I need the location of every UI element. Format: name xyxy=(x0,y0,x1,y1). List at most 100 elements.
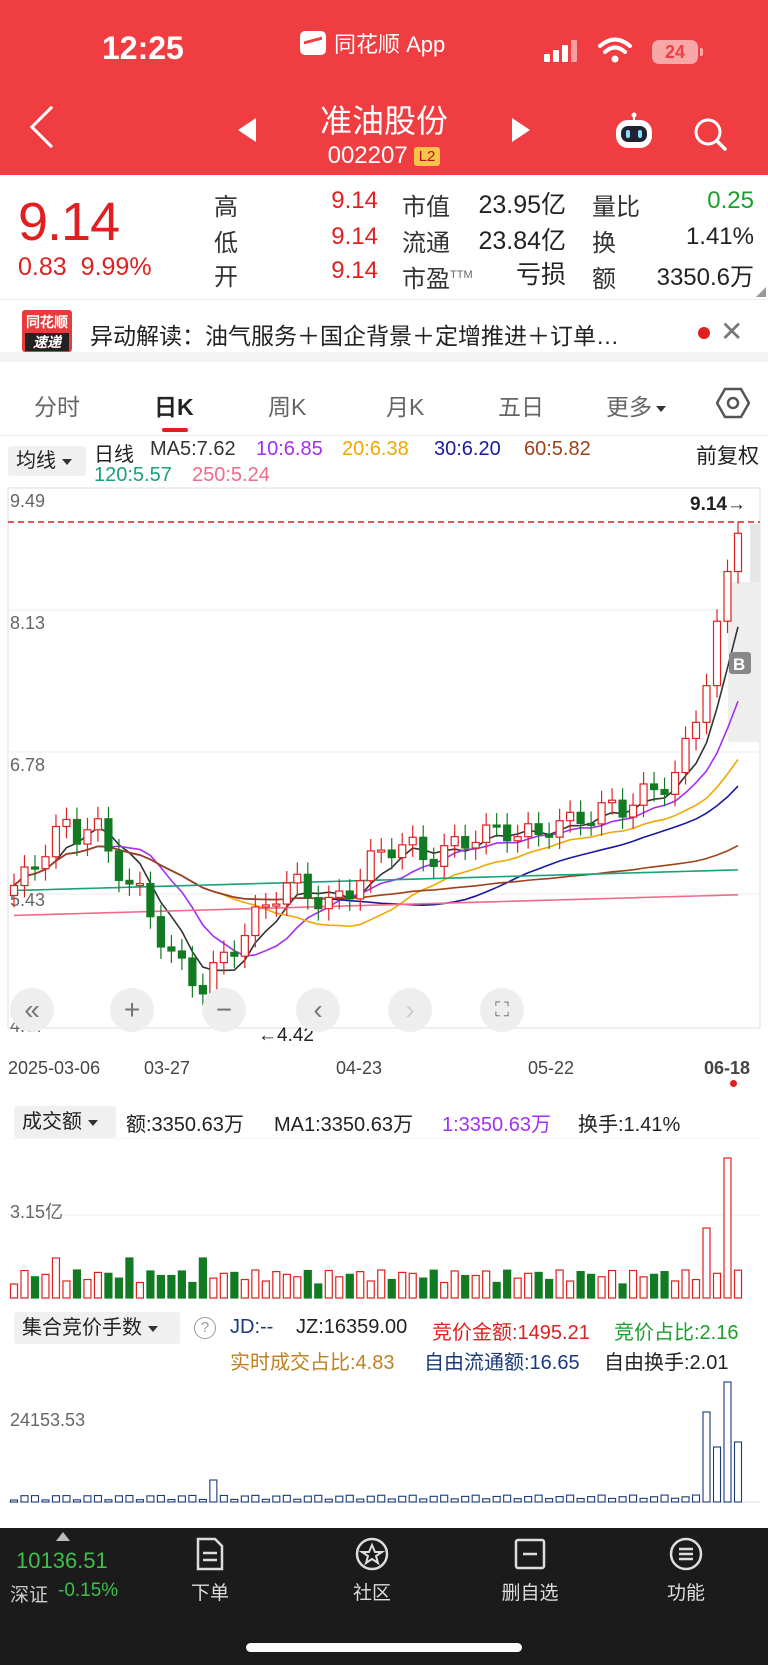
auction-bar xyxy=(398,1495,407,1503)
volume-bar xyxy=(335,1276,344,1299)
nav-community[interactable]: 社区 xyxy=(322,1536,422,1605)
chart-frame xyxy=(7,487,761,1029)
volume-bar xyxy=(188,1281,197,1299)
nav-remove-watchlist[interactable]: 删自选 xyxy=(480,1536,580,1605)
low-value: 9.14 xyxy=(331,223,378,250)
order-document-icon xyxy=(196,1537,224,1571)
auction-bar xyxy=(272,1495,281,1503)
auction-indicator-select[interactable]: 集合竞价手数 xyxy=(14,1312,180,1344)
volume-bar xyxy=(209,1277,218,1299)
auction-chart[interactable]: 24153.53 xyxy=(0,1374,768,1504)
tab-monthly-k[interactable]: 月K xyxy=(386,388,424,422)
volume-bar xyxy=(471,1274,480,1299)
scroll-right-button[interactable]: › xyxy=(388,988,432,1032)
volume-bar xyxy=(461,1274,470,1299)
fullscreen-icon[interactable]: ⛶ xyxy=(480,988,524,1032)
volume-bar xyxy=(482,1270,491,1299)
auction-bar xyxy=(345,1494,354,1503)
app-logo-icon xyxy=(300,31,326,55)
close-icon[interactable]: ✕ xyxy=(720,315,743,348)
prev-stock-button[interactable] xyxy=(238,118,256,142)
zoom-out-button[interactable]: − xyxy=(202,988,246,1032)
tab-daily-k[interactable]: 日K xyxy=(154,388,194,422)
volume-indicator-select[interactable]: 成交额 xyxy=(14,1106,116,1138)
volume-bar xyxy=(303,1269,312,1299)
l2-badge[interactable]: L2 xyxy=(413,146,441,166)
volume-bar xyxy=(587,1273,596,1299)
zoom-in-button[interactable]: + xyxy=(110,988,154,1032)
change-value: 0.83 xyxy=(18,253,67,281)
mcap-value: 23.95亿 xyxy=(478,191,566,219)
news-banner[interactable]: 同花顺 速递 异动解读：油气服务＋国企背景＋定增推进＋订单… xyxy=(0,300,768,362)
index-value[interactable]: 10136.51 xyxy=(16,1548,108,1574)
last-price-tag: 9.14→ xyxy=(690,494,746,515)
zoom-out-range-button[interactable]: « xyxy=(10,988,54,1032)
auction-bar xyxy=(114,1495,123,1503)
auction-bar xyxy=(618,1496,627,1503)
auction-bar xyxy=(555,1496,564,1503)
auction-bar xyxy=(303,1495,312,1503)
home-indicator[interactable] xyxy=(246,1643,522,1652)
tab-weekly-k[interactable]: 周K xyxy=(268,388,306,422)
auction-bar xyxy=(723,1381,732,1503)
volume-chart[interactable]: 3.15亿 xyxy=(0,1138,768,1300)
volume-bar xyxy=(272,1271,281,1299)
next-stock-button[interactable] xyxy=(512,118,530,142)
auction-bar xyxy=(650,1496,659,1503)
auction-bar xyxy=(72,1499,82,1503)
candle xyxy=(461,824,470,860)
auction-bar xyxy=(691,1494,701,1503)
tab-five-day[interactable]: 五日 xyxy=(498,388,544,422)
volume-bar xyxy=(62,1280,71,1299)
change-percent: 9.99% xyxy=(80,253,152,281)
auction-bar xyxy=(471,1494,480,1503)
kline-chart[interactable]: 9.49 8.13 6.78 5.43 4.07 9.14→ ←4.42 B xyxy=(0,482,768,1052)
volume-bar xyxy=(440,1281,449,1299)
settings-hexagon-icon[interactable] xyxy=(716,386,750,420)
auction-bar xyxy=(366,1495,375,1503)
auction-bar xyxy=(387,1498,396,1503)
svg-text:B: B xyxy=(733,655,745,674)
volume-bar xyxy=(314,1283,323,1299)
low-label: 低 xyxy=(214,230,238,257)
assistant-robot-icon[interactable] xyxy=(612,112,656,152)
news-text[interactable]: 异动解读：油气服务＋国企背景＋定增推进＋订单… xyxy=(90,317,619,351)
expand-corner-icon[interactable] xyxy=(756,287,766,297)
price-adjust-select[interactable]: 前复权 xyxy=(696,440,759,470)
tab-more[interactable]: 更多 xyxy=(606,388,666,422)
date-label: 06-18 xyxy=(704,1058,751,1078)
candle xyxy=(712,609,722,698)
tab-intraday[interactable]: 分时 xyxy=(34,388,80,422)
volume-bar xyxy=(104,1272,113,1299)
auction-bar xyxy=(219,1494,228,1503)
nav-order[interactable]: 下单 xyxy=(160,1536,260,1605)
auction-bar xyxy=(324,1498,333,1503)
volume-bar xyxy=(167,1274,176,1299)
free-turnover: 自由换手:2.01 xyxy=(604,1352,729,1374)
volume-bar xyxy=(83,1278,92,1299)
auction-bar xyxy=(660,1494,669,1503)
back-button[interactable] xyxy=(29,105,73,149)
pe-value: 亏损 xyxy=(515,261,566,289)
candle xyxy=(440,833,449,879)
candle xyxy=(188,946,197,998)
volume-ratio-value: 0.25 xyxy=(707,187,754,214)
candle xyxy=(408,825,417,857)
help-icon[interactable]: ? xyxy=(194,1317,216,1339)
volume-bar xyxy=(670,1280,680,1299)
buy-marker[interactable]: B xyxy=(729,652,751,674)
auction-bar xyxy=(51,1495,61,1503)
volume-bar xyxy=(607,1269,617,1299)
scroll-left-button[interactable]: ‹ xyxy=(296,988,340,1032)
candle xyxy=(492,813,501,838)
ma-indicator-select[interactable]: 均线 xyxy=(8,446,86,476)
auction-jz: JZ:16359.00 xyxy=(296,1316,408,1338)
candle xyxy=(681,726,690,785)
candle xyxy=(639,772,648,818)
volume-bar xyxy=(282,1273,291,1299)
search-icon[interactable] xyxy=(692,116,728,152)
volume-bar xyxy=(450,1270,459,1299)
nav-functions[interactable]: 功能 xyxy=(636,1536,736,1605)
auction-bar xyxy=(566,1494,575,1503)
period-label: 日线 xyxy=(94,444,134,466)
